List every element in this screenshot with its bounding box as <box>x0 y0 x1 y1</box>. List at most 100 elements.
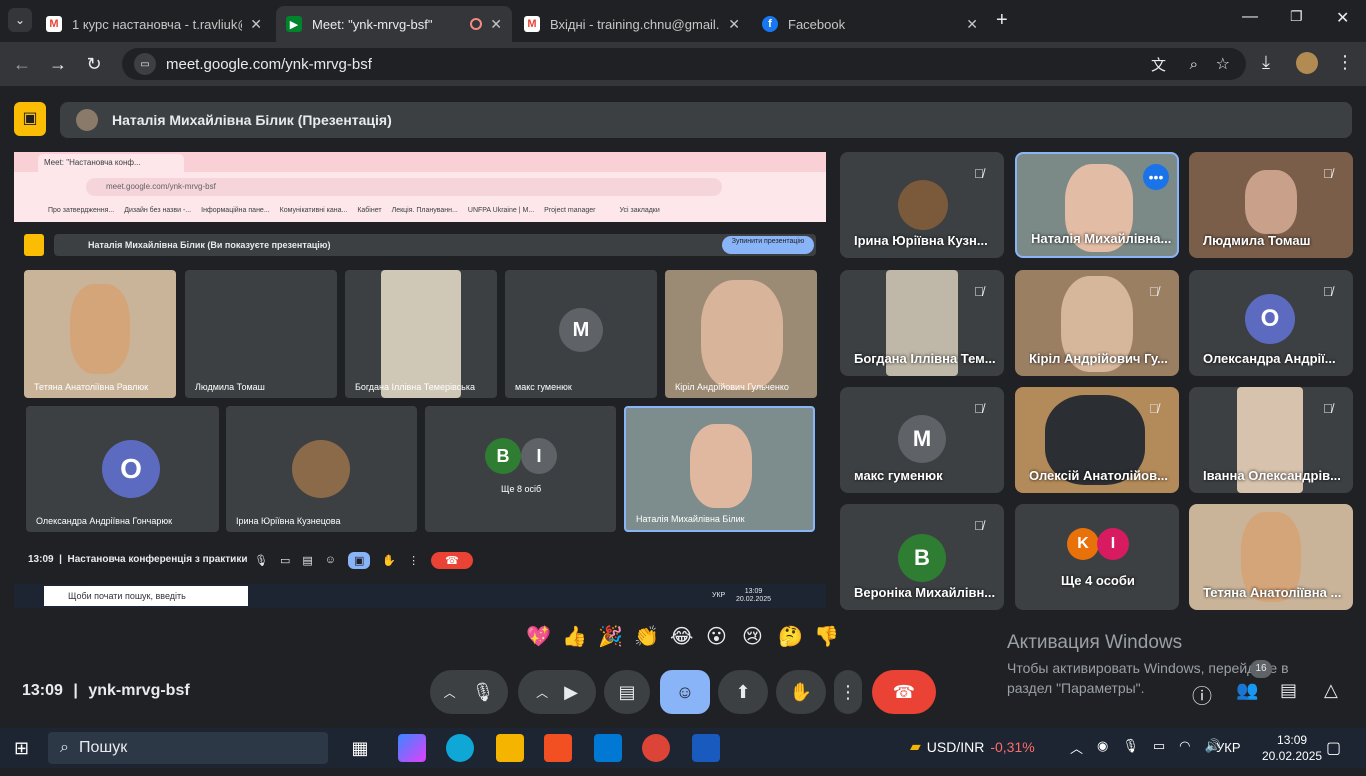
activities-icon[interactable]: △ <box>1324 680 1338 701</box>
participant-tile[interactable]: Тетяна Анатоліївна ... <box>1189 504 1353 610</box>
avatar: K <box>1067 528 1099 560</box>
info-icon[interactable]: ⓘ <box>1192 680 1212 709</box>
shared-search-box: Щоби почати пошук, введіть <box>44 586 248 606</box>
participant-tile[interactable]: 🎙̸ Ірина Юріївна Кузн... <box>840 152 1004 258</box>
profile-avatar[interactable] <box>1296 52 1318 74</box>
browser-tab-bar: ⌄ M 1 курс настановча - t.ravliuk@ ✕ ▶ M… <box>0 0 1366 42</box>
start-icon[interactable]: ⊞ <box>14 738 29 759</box>
edge-icon[interactable] <box>446 734 474 762</box>
reaction-sad[interactable]: 😢 <box>742 624 763 649</box>
reaction-heart[interactable]: 💖 <box>526 624 551 649</box>
participant-tile[interactable]: ••• Наталія Михайлівна... <box>1015 152 1179 258</box>
shared-controls: 🎙 ▭ ▤ ☺ ▣ ✋ ⋮ ☎ <box>254 547 594 573</box>
tray-icons[interactable]: ︿ ◉ 🎙 ▭ ◠ 🔊 <box>1070 738 1221 757</box>
ticker-name: USD/INR <box>926 738 985 755</box>
task-view-icon[interactable]: ▦ <box>346 734 374 762</box>
download-icon[interactable]: ⤓ <box>1262 52 1270 73</box>
mic-off-icon: 🎙̸ <box>1323 166 1333 181</box>
avatar: В <box>898 534 946 582</box>
close-tab-icon[interactable]: ✕ <box>490 16 502 33</box>
chevron-up-icon[interactable]: ︿ <box>1070 738 1083 757</box>
shared-separator: | <box>56 554 65 565</box>
avatar: M <box>559 308 603 352</box>
taskbar-search[interactable]: ⌕ Пошук <box>48 732 328 764</box>
participant-tile[interactable]: 🎙̸ Людмила Томаш <box>1189 152 1353 258</box>
chat-icon[interactable]: ▤ <box>1280 680 1297 701</box>
copilot-icon[interactable] <box>398 734 426 762</box>
outlook-icon[interactable] <box>594 734 622 762</box>
participant-tile[interactable]: 🎙̸ Іванна Олександрів... <box>1189 387 1353 493</box>
close-tab-icon[interactable]: ✕ <box>250 16 262 33</box>
more-vert-icon: ⋮ <box>839 681 857 702</box>
shared-screen: Meet: "Настановча конф... meet.google.co… <box>14 152 826 608</box>
maximize-button[interactable]: ❐ <box>1290 8 1303 25</box>
meeting-code: ynk-mrvg-bsf <box>88 682 190 699</box>
participant-video <box>70 284 130 374</box>
notifications-icon[interactable]: ▢ <box>1326 738 1341 758</box>
bookmark-star-icon[interactable]: ☆ <box>1216 54 1230 74</box>
participant-tile[interactable]: М 🎙̸ макс гуменюк <box>840 387 1004 493</box>
back-icon[interactable]: ← <box>10 52 34 76</box>
camera-button[interactable]: ︿ ▶ <box>518 670 596 714</box>
tab-meet[interactable]: ▶ Meet: "ynk-mrvg-bsf" ✕ <box>276 6 512 42</box>
chrome-icon[interactable] <box>642 734 670 762</box>
participant-tile[interactable]: 🎙̸ Кіріл Андрійович Гу... <box>1015 270 1179 376</box>
reload-icon[interactable]: ↻ <box>82 52 106 76</box>
participant-video <box>381 270 461 398</box>
browser-menu-icon[interactable]: ⋮ <box>1336 52 1354 73</box>
close-tab-icon[interactable]: ✕ <box>728 16 740 33</box>
tab-facebook[interactable]: f Facebook ✕ <box>752 6 988 42</box>
shared-tile: Кіріл Андрійович Гульченко <box>665 270 817 398</box>
raise-hand-button[interactable]: ✋ <box>776 670 826 714</box>
reaction-surprise[interactable]: 😮 <box>706 624 727 649</box>
clock[interactable]: 13:09 20.02.2025 <box>1262 732 1322 764</box>
reaction-thinking[interactable]: 🤔 <box>778 624 803 649</box>
reaction-thumbs-down[interactable]: 👎 <box>814 624 839 649</box>
translate-icon[interactable]: 文 <box>1151 54 1166 75</box>
present-button[interactable]: ⬆ <box>718 670 768 714</box>
mic-off-icon: 🎙̸ <box>974 284 984 299</box>
participant-name: Олександра Андрії... <box>1203 351 1336 366</box>
store-icon[interactable] <box>544 734 572 762</box>
participant-name: Богдана Іллівна Темерівська <box>355 382 475 392</box>
tab-title: Facebook <box>788 16 846 32</box>
zoom-icon[interactable]: ⌕ <box>1190 56 1198 73</box>
new-tab-button[interactable]: + <box>996 9 1008 32</box>
reaction-party[interactable]: 🎉 <box>598 624 623 649</box>
mic-button[interactable]: ︿ 🎙 <box>430 670 508 714</box>
more-participants-tile[interactable]: K I Ще 4 особи <box>1015 504 1179 610</box>
minimize-button[interactable]: — <box>1242 8 1258 26</box>
close-window-button[interactable]: ✕ <box>1336 8 1349 28</box>
leave-call-button[interactable]: ☎ <box>872 670 936 714</box>
people-icon[interactable]: 👥 <box>1236 680 1258 701</box>
file-explorer-icon[interactable] <box>496 734 524 762</box>
stop-presenting-button: Зупинити презентацію <box>722 236 814 254</box>
language-indicator[interactable]: УКР <box>1216 740 1241 755</box>
stocks-widget[interactable]: ▰ USD/INR -0,31% <box>910 738 1035 755</box>
tab-gmail-inbox[interactable]: M Вхідні - training.chnu@gmail.co ✕ <box>514 6 750 42</box>
participant-tile[interactable]: 🎙̸ Богдана Іллівна Тем... <box>840 270 1004 376</box>
url-field[interactable]: ▭ meet.google.com/ynk-mrvg-bsf 文 ⌕ ☆ <box>122 48 1246 80</box>
avatar: O <box>102 440 160 498</box>
chevron-up-icon[interactable]: ︿ <box>536 684 548 701</box>
participant-tile[interactable]: В 🎙̸ Вероніка Михайлівн... <box>840 504 1004 610</box>
captions-button[interactable]: ▤ <box>604 670 650 714</box>
word-icon[interactable] <box>692 734 720 762</box>
captions-icon: ▤ <box>302 554 313 567</box>
more-options-icon[interactable]: ••• <box>1143 164 1169 190</box>
chevron-up-icon[interactable]: ︿ <box>444 684 456 701</box>
activation-title: Активация Windows <box>1007 632 1183 653</box>
tab-search-button[interactable]: ⌄ <box>8 8 32 32</box>
forward-icon[interactable]: → <box>46 52 70 76</box>
participant-tile[interactable]: 🎙̸ Олексій Анатолійов... <box>1015 387 1179 493</box>
tab-gmail-course[interactable]: M 1 курс настановча - t.ravliuk@ ✕ <box>36 6 272 42</box>
site-info-icon[interactable]: ▭ <box>134 53 156 75</box>
emoji-button[interactable]: ☺ <box>660 670 710 714</box>
reaction-thumbs-up[interactable]: 👍 <box>562 624 587 649</box>
reaction-laugh[interactable]: 😂 <box>670 624 693 649</box>
participant-tile[interactable]: О 🎙̸ Олександра Андрії... <box>1189 270 1353 376</box>
url-text: meet.google.com/ynk-mrvg-bsf <box>166 55 372 73</box>
more-options-button[interactable]: ⋮ <box>834 670 862 714</box>
reaction-clap[interactable]: 👏 <box>634 624 659 649</box>
close-tab-icon[interactable]: ✕ <box>966 16 978 33</box>
